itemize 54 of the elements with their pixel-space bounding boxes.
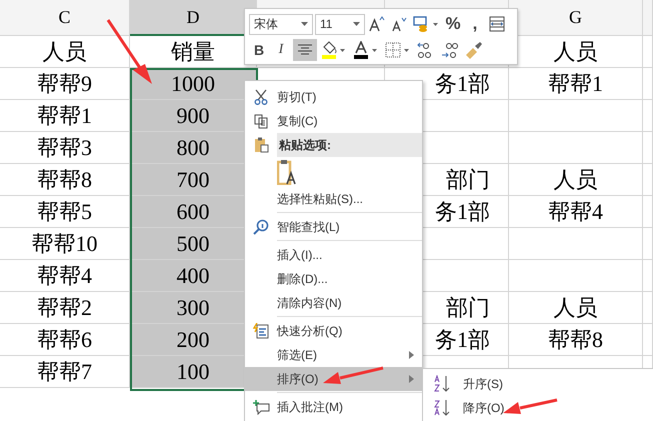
table-cell [643,196,653,228]
table-cell: 帮帮1 [509,68,643,100]
table-cell: 帮帮1 [0,100,130,132]
magnifier-icon [253,219,269,235]
sort-ascending-icon [434,375,452,393]
submenu-arrow-icon [409,375,414,383]
table-cell [643,68,653,100]
menu-section-header: 粘贴选项: [277,133,422,157]
annotation-arrow [106,19,152,84]
table-cell [643,164,653,196]
table-cell [643,36,653,68]
table-cell: 帮帮5 [0,196,130,228]
table-cell: 帮帮9 [0,68,130,100]
table-cell: 帮帮2 [0,292,130,324]
menu-item[interactable]: 插入批注(M) [245,391,422,419]
percent-button[interactable]: % [443,13,463,35]
table-cell: 帮帮7 [0,356,130,388]
table-cell: 帮帮8 [509,324,643,356]
table-cell: 帮帮3 [0,132,130,164]
caret-icon [353,22,360,26]
table-cell [643,132,653,164]
menu-item[interactable]: 排序(O) [245,367,422,391]
sort-descending-icon [434,399,452,417]
comment-icon [252,400,270,414]
table-cell [643,292,653,324]
table-cell: 人员 [509,292,643,324]
comma-button[interactable]: , [465,13,485,35]
table-cell [643,228,653,260]
scissors-icon [254,89,268,105]
table-cell: 人员 [0,36,130,68]
font-name-dropdown[interactable]: 宋体 [249,14,313,34]
menu-item[interactable]: 降序(O) [423,396,653,420]
quick-analysis-icon [253,323,269,339]
column-header[interactable]: G [509,0,643,36]
column-header[interactable]: C [0,0,130,36]
table-cell [643,260,653,292]
menu-item[interactable]: 升序(S) [423,372,653,396]
caret-icon [301,22,308,26]
table-cell: 帮帮8 [0,164,130,196]
align-center-icon [298,44,312,56]
table-cell: 帮帮6 [0,324,130,356]
annotation-arrow [503,398,558,414]
table-cell: 帮帮10 [0,228,130,260]
table-cell: 人员 [509,164,643,196]
copy-icon [254,114,268,128]
table-cell [643,100,653,132]
annotation-arrow [323,366,384,384]
table-cell: 帮帮4 [509,196,643,228]
center-align-button[interactable] [293,39,317,61]
italic-button[interactable]: I [271,39,291,61]
font-size-dropdown[interactable]: 11 [315,14,365,34]
table-cell: 帮帮4 [0,260,130,292]
clipboard-icon [254,137,268,153]
submenu-arrow-icon [409,351,414,359]
